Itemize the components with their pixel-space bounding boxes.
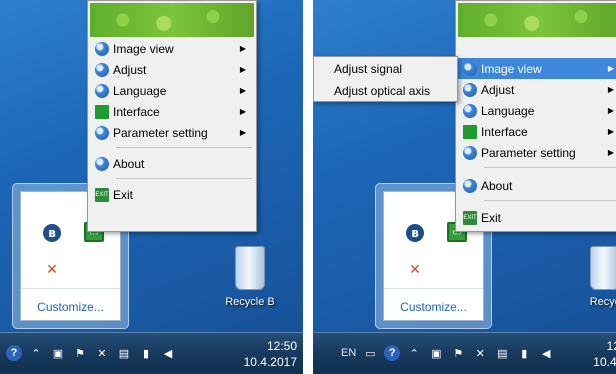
submenu-arrow-icon: ▶ (607, 127, 614, 136)
recycle-bin[interactable]: Recycle B (220, 246, 280, 308)
interface-icon (95, 104, 109, 119)
volume-icon[interactable]: ◀ (538, 345, 554, 361)
clock-time: 12:50 (266, 339, 297, 353)
submenu-arrow-icon: ▶ (607, 64, 614, 73)
language-icon (95, 83, 109, 98)
window-icon[interactable]: ▣ (428, 345, 444, 361)
help-icon[interactable]: ? (384, 345, 401, 361)
menu-item-language[interactable]: Language ▶ (458, 100, 616, 121)
submenu-image-view: Adjust signal Adjust optical axis (313, 56, 458, 102)
pin-icon[interactable]: ⌃ (406, 345, 422, 361)
volume-icon[interactable]: ◀ (160, 345, 176, 361)
language-icon (463, 103, 477, 118)
menu-banner (458, 3, 616, 37)
tray-icons: ? ⌃ ▣ ⚑ ✕ ▤ ▮ ◀ (6, 345, 176, 361)
taskbar: EN ▭ ? ⌃ ▣ ⚑ ✕ ▤ ▮ ◀ 12 10.4. (313, 332, 616, 374)
bluetooth-icon[interactable]: ʙ (406, 224, 424, 242)
interface-icon (463, 124, 477, 139)
flag-icon[interactable]: ⚑ (450, 345, 466, 361)
device-icon[interactable]: ▤ (494, 345, 510, 361)
submenu-arrow-icon: ▶ (607, 85, 614, 94)
menu-item-interface[interactable]: Interface ▶ (90, 101, 254, 122)
adjust-icon (463, 82, 477, 97)
flag-icon[interactable]: ⚑ (72, 345, 88, 361)
network-plug-icon[interactable]: ✕ (43, 260, 61, 278)
device-icon[interactable]: ▤ (116, 345, 132, 361)
parameter-setting-icon (95, 125, 109, 140)
customize-link[interactable]: Customize... (21, 300, 120, 314)
exit-icon: EXIT (95, 187, 109, 202)
menu-item-interface[interactable]: Interface ▶ (458, 121, 616, 142)
desktop-left: ʙ ▭ ✕ Customize... Recycle B ? ⌃ ▣ ⚑ ✕ ▤… (0, 0, 303, 374)
menu-item-parameter-setting[interactable]: Parameter setting ▶ (90, 122, 254, 143)
tray-icons: EN ▭ ? ⌃ ▣ ⚑ ✕ ▤ ▮ ◀ (341, 345, 554, 361)
menu-banner (90, 3, 254, 37)
language-indicator[interactable]: EN (341, 345, 356, 361)
tools-icon[interactable]: ✕ (94, 345, 110, 361)
tools-icon[interactable]: ✕ (472, 345, 488, 361)
menu-item-language[interactable]: Language ▶ (90, 80, 254, 101)
submenu-arrow-icon: ▶ (239, 128, 246, 137)
divider (384, 288, 483, 289)
taskbar: ? ⌃ ▣ ⚑ ✕ ▤ ▮ ◀ 12:50 10.4.2017 (0, 332, 303, 374)
menu-item-exit[interactable]: EXIT Exit (458, 207, 616, 228)
exit-icon: EXIT (463, 210, 477, 225)
recycle-bin-icon (590, 246, 616, 290)
menu-item-parameter-setting[interactable]: Parameter setting ▶ (458, 142, 616, 163)
help-icon[interactable]: ? (6, 345, 22, 361)
clock-date: 10.4.2017 (243, 355, 297, 369)
submenu-arrow-icon: ▶ (239, 65, 246, 74)
about-icon (95, 156, 109, 171)
clock-date: 10.4. (593, 355, 616, 369)
menu-item-exit[interactable]: EXIT Exit (90, 184, 254, 205)
submenu-arrow-icon: ▶ (239, 86, 246, 95)
recycle-bin-icon (235, 246, 265, 290)
menu-divider (484, 167, 616, 168)
clock[interactable]: 12:50 10.4.2017 (244, 338, 297, 370)
menu-item-about[interactable]: About (458, 175, 616, 196)
about-icon (463, 178, 477, 193)
menu-item-about[interactable]: About (90, 153, 254, 174)
network-plug-icon[interactable]: ✕ (406, 260, 424, 278)
image-view-icon (95, 41, 109, 56)
bluetooth-icon[interactable]: ʙ (43, 224, 61, 242)
keyboard-icon[interactable]: ▭ (362, 345, 378, 361)
recycle-bin[interactable]: Recyc (575, 246, 616, 308)
submenu-arrow-icon: ▶ (607, 106, 614, 115)
image-view-icon (463, 61, 477, 76)
divider (21, 288, 120, 289)
menu-divider (116, 178, 252, 179)
menu-item-adjust[interactable]: Adjust ▶ (90, 59, 254, 80)
clock[interactable]: 12 10.4. (593, 338, 616, 370)
menu-divider (484, 200, 616, 201)
submenu-arrow-icon: ▶ (239, 107, 246, 116)
menu-item-image-view[interactable]: Image view ▶ (458, 58, 616, 79)
context-menu: Image view ▶ Adjust ▶ Language ▶ Interfa… (455, 0, 616, 232)
desktop-right: ʙ ▭ ✕ Customize... Recyc EN ▭ ? ⌃ ▣ ⚑ ✕ … (313, 0, 616, 374)
submenu-item-adjust-signal[interactable]: Adjust signal (314, 58, 457, 79)
parameter-setting-icon (463, 145, 477, 160)
signal-icon[interactable]: ▮ (516, 345, 532, 361)
context-menu: Image view ▶ Adjust ▶ Language ▶ Interfa… (87, 0, 257, 232)
menu-item-adjust[interactable]: Adjust ▶ (458, 79, 616, 100)
adjust-icon (95, 62, 109, 77)
menu-divider (116, 147, 252, 148)
submenu-arrow-icon: ▶ (607, 148, 614, 157)
pin-icon[interactable]: ⌃ (28, 345, 44, 361)
recycle-bin-label: Recyc (589, 296, 616, 308)
window-icon[interactable]: ▣ (50, 345, 66, 361)
submenu-item-adjust-optical-axis[interactable]: Adjust optical axis (314, 80, 457, 101)
submenu-arrow-icon: ▶ (239, 44, 246, 53)
signal-icon[interactable]: ▮ (138, 345, 154, 361)
customize-link[interactable]: Customize... (384, 300, 483, 314)
recycle-bin-label: Recycle B (225, 296, 275, 308)
clock-time: 12 (606, 339, 616, 353)
menu-item-image-view[interactable]: Image view ▶ (90, 38, 254, 59)
